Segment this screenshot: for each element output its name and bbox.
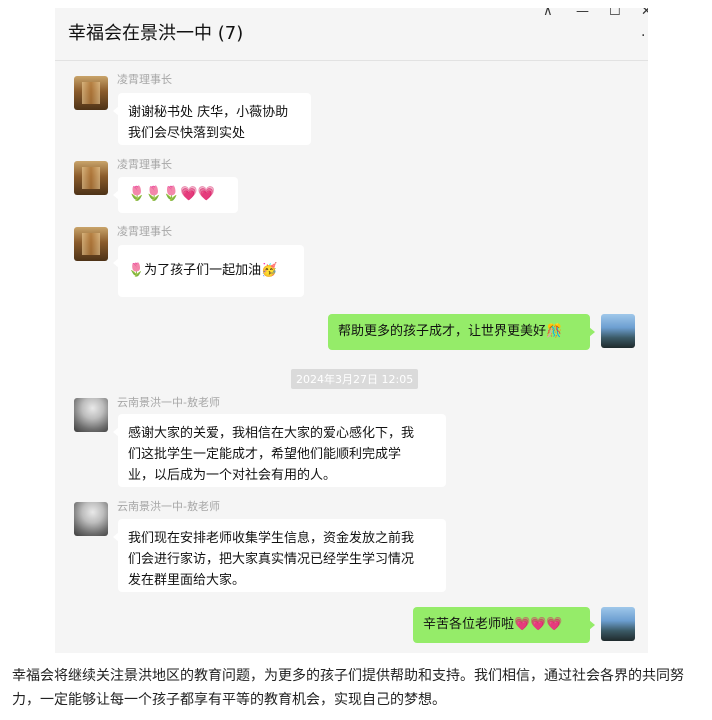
- message-line: 业，以后成为一个对社会有用的人。: [128, 468, 337, 483]
- message-line: 发在群里面给大家。: [128, 573, 246, 588]
- chat-window: 幸福会在景洪一中 (7) ⊼ — ☐ ✕ ... 凌霄理事长 谢谢秘书处 庆华，…: [55, 8, 648, 653]
- message-bubble[interactable]: 🌷为了孩子们一起加油🥳: [113, 245, 304, 297]
- maximize-icon[interactable]: ☐: [609, 8, 621, 19]
- title-bar: 幸福会在景洪一中 (7) ⊼ — ☐ ✕ ...: [55, 8, 648, 61]
- avatar[interactable]: [74, 227, 108, 261]
- sender-name: 云南景洪一中-敖老师: [117, 500, 220, 513]
- my-avatar[interactable]: [601, 314, 635, 348]
- message-line: 们这批学生一定能成才，希望他们能顺利完成学: [128, 447, 402, 462]
- close-icon[interactable]: ✕: [641, 8, 648, 19]
- sender-name: 凌霄理事长: [117, 73, 172, 86]
- minimize-icon[interactable]: —: [576, 8, 589, 19]
- message-text: 🌷为了孩子们一起加油🥳: [128, 263, 278, 278]
- chat-title: 幸福会在景洪一中 (7): [68, 23, 244, 44]
- message-line: 感谢大家的关爱，我相信在大家的爱心感化下，我: [128, 426, 415, 441]
- message-text: 🌷🌷🌷💗💗: [128, 186, 216, 202]
- message-line: 我们会尽快落到实处: [128, 126, 246, 141]
- message-bubble[interactable]: 帮助更多的孩子成才，让世界更美好🎊: [328, 314, 595, 350]
- message-timestamp: 2024年3月27日 12:05: [291, 369, 419, 389]
- more-options-icon[interactable]: ...: [641, 24, 648, 40]
- message-line: 们会进行家访，把大家真实情况已经学生学习情况: [128, 552, 415, 567]
- message-bubble[interactable]: 🌷🌷🌷💗💗: [113, 177, 238, 213]
- pin-icon[interactable]: ⊼: [543, 8, 553, 19]
- avatar[interactable]: [74, 502, 108, 536]
- message-bubble[interactable]: 我们现在安排老师收集学生信息，资金发放之前我 们会进行家访，把大家真实情况已经学…: [113, 519, 446, 592]
- message-text: 帮助更多的孩子成才，让世界更美好🎊: [338, 324, 563, 339]
- message-line: 我们现在安排老师收集学生信息，资金发放之前我: [128, 531, 415, 546]
- sender-name: 凌霄理事长: [117, 158, 172, 171]
- sender-name: 凌霄理事长: [117, 225, 172, 238]
- article-caption: 幸福会将继续关注景洪地区的教育问题，为更多的孩子们提供帮助和支持。我们相信，通过…: [12, 668, 684, 708]
- message-text: 辛苦各位老师啦💗💗💗: [423, 617, 563, 632]
- sender-name: 云南景洪一中-敖老师: [117, 396, 220, 409]
- message-line: 谢谢秘书处 庆华，小薇协助: [128, 105, 289, 120]
- message-bubble[interactable]: 感谢大家的关爱，我相信在大家的爱心感化下，我 们这批学生一定能成才，希望他们能顺…: [113, 414, 446, 487]
- message-bubble[interactable]: 辛苦各位老师啦💗💗💗: [413, 607, 595, 643]
- my-avatar[interactable]: [601, 607, 635, 641]
- avatar[interactable]: [74, 161, 108, 195]
- message-bubble[interactable]: 谢谢秘书处 庆华，小薇协助 我们会尽快落到实处: [113, 93, 311, 145]
- avatar[interactable]: [74, 76, 108, 110]
- avatar[interactable]: [74, 398, 108, 432]
